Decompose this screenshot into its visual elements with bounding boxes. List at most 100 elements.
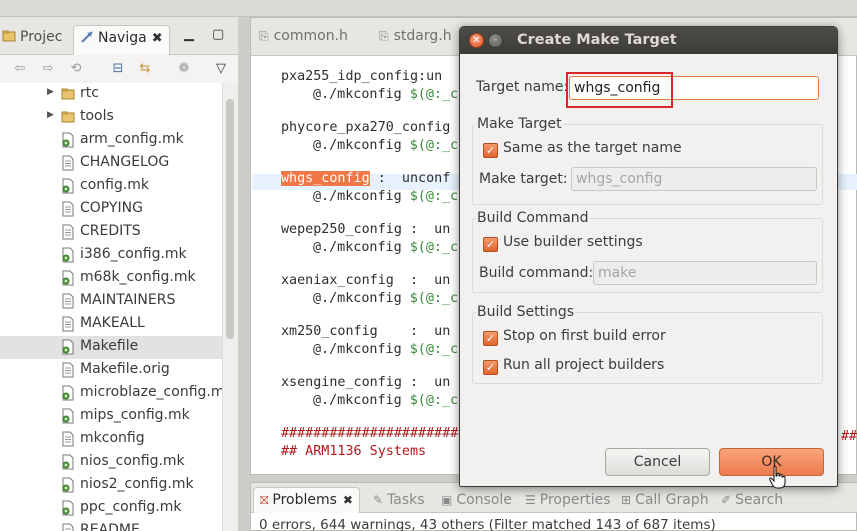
- tree-item[interactable]: MAKEALL: [0, 313, 222, 336]
- code-suffix: un: [418, 273, 451, 288]
- close-icon[interactable]: ✖: [343, 493, 353, 507]
- tree-item[interactable]: m68k_config.mk: [0, 267, 222, 290]
- expand-arrow-icon[interactable]: ▶: [47, 87, 54, 97]
- tree-item[interactable]: MAINTAINERS: [0, 290, 222, 313]
- tree-item[interactable]: ▶ tools: [0, 106, 222, 129]
- code-variable: $(@:_c: [409, 393, 459, 408]
- makefile-icon: [62, 247, 74, 263]
- code-suffix: un: [418, 324, 451, 339]
- text-file-icon: [62, 224, 74, 240]
- link-with-editor-icon[interactable]: ⇆: [137, 61, 153, 77]
- tree-item-label: m68k_config.mk: [80, 269, 196, 285]
- back-arrow-icon[interactable]: ⇦: [12, 61, 28, 77]
- tree-item[interactable]: ppc_config.mk: [0, 497, 222, 520]
- tree-item[interactable]: README: [0, 520, 222, 531]
- tab-navigator-label: Naviga: [98, 30, 147, 46]
- build-settings-group-title: Build Settings: [476, 304, 576, 320]
- tab-console[interactable]: ▣ Console: [441, 492, 512, 508]
- close-icon[interactable]: ✖: [152, 31, 163, 46]
- tree-item[interactable]: microblaze_config.m: [0, 382, 222, 405]
- code-line: @./mkconfig $(@:_c: [313, 189, 458, 207]
- code-variable: $(@:_c: [409, 87, 459, 102]
- same-as-target-label: Same as the target name: [503, 140, 682, 156]
- make-target-name: xsengine_config :: [281, 375, 419, 390]
- tab-project-explorer[interactable]: Projec: [0, 25, 68, 55]
- up-folder-icon[interactable]: ⟲: [68, 61, 84, 77]
- mouse-cursor-icon: [769, 465, 786, 489]
- same-as-target-checkbox[interactable]: ✓: [483, 143, 498, 158]
- minimize-icon[interactable]: ▁: [184, 27, 194, 42]
- tree-item[interactable]: CREDITS: [0, 221, 222, 244]
- make-target-group-title: Make Target: [476, 116, 563, 132]
- problems-icon: ⛝: [260, 494, 269, 507]
- view-menu-icon[interactable]: ▽: [213, 61, 229, 77]
- navigator-tree: ▶ rtc ▶ tools arm_config.mk CHANGELOG config.m…: [0, 83, 222, 531]
- tree-item[interactable]: COPYING: [0, 198, 222, 221]
- tab-problems[interactable]: ⛝ Problems ✖: [253, 487, 360, 513]
- tab-tasks[interactable]: ✎ Tasks: [373, 492, 425, 508]
- build-command-input[interactable]: make: [593, 261, 817, 285]
- code-command: @./mkconfig: [313, 138, 410, 153]
- expand-arrow-icon[interactable]: ▶: [47, 110, 54, 120]
- text-file-icon: [62, 155, 74, 171]
- tree-item[interactable]: nios2_config.mk: [0, 474, 222, 497]
- code-command: @./mkconfig: [313, 393, 410, 408]
- code-line: xm250_config : un: [281, 324, 450, 342]
- tab-stdarg-h[interactable]: ⎘ stdarg.h: [379, 28, 452, 44]
- tree-item[interactable]: mkconfig: [0, 428, 222, 451]
- code-suffix: un: [426, 69, 443, 84]
- navigator-tabs: Projec Naviga ✖ ▁ ▢: [0, 17, 238, 55]
- tree-item-label: nios2_config.mk: [80, 476, 194, 492]
- tree-item[interactable]: CHANGELOG: [0, 152, 222, 175]
- tree-item-label: i386_config.mk: [80, 246, 187, 262]
- tree-item[interactable]: mips_config.mk: [0, 405, 222, 428]
- tree-item-label: Makefile.orig: [80, 361, 170, 377]
- new-project-icon[interactable]: ❁: [176, 61, 192, 77]
- run-all-builders-checkbox[interactable]: ✓: [483, 360, 498, 375]
- stop-on-error-checkbox[interactable]: ✓: [483, 331, 498, 346]
- use-builder-checkbox[interactable]: ✓: [483, 237, 498, 252]
- tab-common-h-label: common.h: [273, 28, 348, 44]
- code-line: @./mkconfig $(@:_c: [313, 393, 458, 411]
- close-icon[interactable]: ✕: [469, 33, 484, 48]
- makefile-icon: [62, 408, 74, 424]
- tree-item[interactable]: config.mk: [0, 175, 222, 198]
- maximize-icon[interactable]: ▢: [212, 27, 224, 42]
- minimize-icon[interactable]: –: [488, 33, 503, 48]
- makefile-icon: [62, 477, 74, 493]
- dialog-titlebar[interactable]: ✕ – Create Make Target: [460, 27, 837, 54]
- tab-search[interactable]: ✐ Search: [721, 492, 783, 508]
- tree-item[interactable]: arm_config.mk: [0, 129, 222, 152]
- text-file-icon: [62, 293, 74, 309]
- forward-arrow-icon[interactable]: ⇨: [40, 61, 56, 77]
- make-target-name: pxa255_idp_config:: [281, 69, 427, 84]
- collapse-all-icon[interactable]: ⊟: [110, 61, 126, 77]
- project-explorer-icon: [2, 30, 16, 42]
- tab-navigator[interactable]: Naviga ✖: [73, 25, 170, 55]
- top-bar: [0, 0, 857, 17]
- problems-view: ⛝ Problems ✖ ✎ Tasks ▣ Console ☰ Properties ⊞…: [250, 482, 857, 531]
- cancel-button[interactable]: Cancel: [605, 448, 710, 476]
- tab-common-h[interactable]: ⎘ common.h: [259, 28, 348, 44]
- code-comment: ## ARM1136 Systems: [281, 444, 427, 459]
- navigator-scroll-thumb[interactable]: [226, 99, 234, 339]
- tree-item-label: nios_config.mk: [80, 453, 185, 469]
- navigator-toolbar: ⇦ ⇨ ⟲ ⊟ ⇆ ❁ ▽: [0, 55, 238, 83]
- makefile-icon: [62, 500, 74, 516]
- highlight-box: [566, 72, 673, 108]
- make-target-label: Make target:: [479, 171, 568, 187]
- tree-item[interactable]: Makefile.orig: [0, 359, 222, 382]
- target-name-label: Target name:: [476, 79, 569, 95]
- tree-item[interactable]: nios_config.mk: [0, 451, 222, 474]
- code-line: @./mkconfig $(@:_c: [313, 342, 458, 360]
- tree-item[interactable]: i386_config.mk: [0, 244, 222, 267]
- tree-item-label: mips_config.mk: [80, 407, 190, 423]
- tab-call-graph[interactable]: ⊞ Call Graph: [621, 492, 709, 508]
- tree-item[interactable]: ▶ rtc: [0, 83, 222, 106]
- text-file-icon: [62, 316, 74, 332]
- tree-item[interactable]: Makefile: [0, 336, 222, 359]
- makefile-icon: [62, 132, 74, 148]
- code-line: xaeniax_config : un: [281, 273, 450, 291]
- make-target-input[interactable]: whgs_config: [571, 167, 817, 191]
- tab-properties[interactable]: ☰ Properties: [525, 492, 611, 508]
